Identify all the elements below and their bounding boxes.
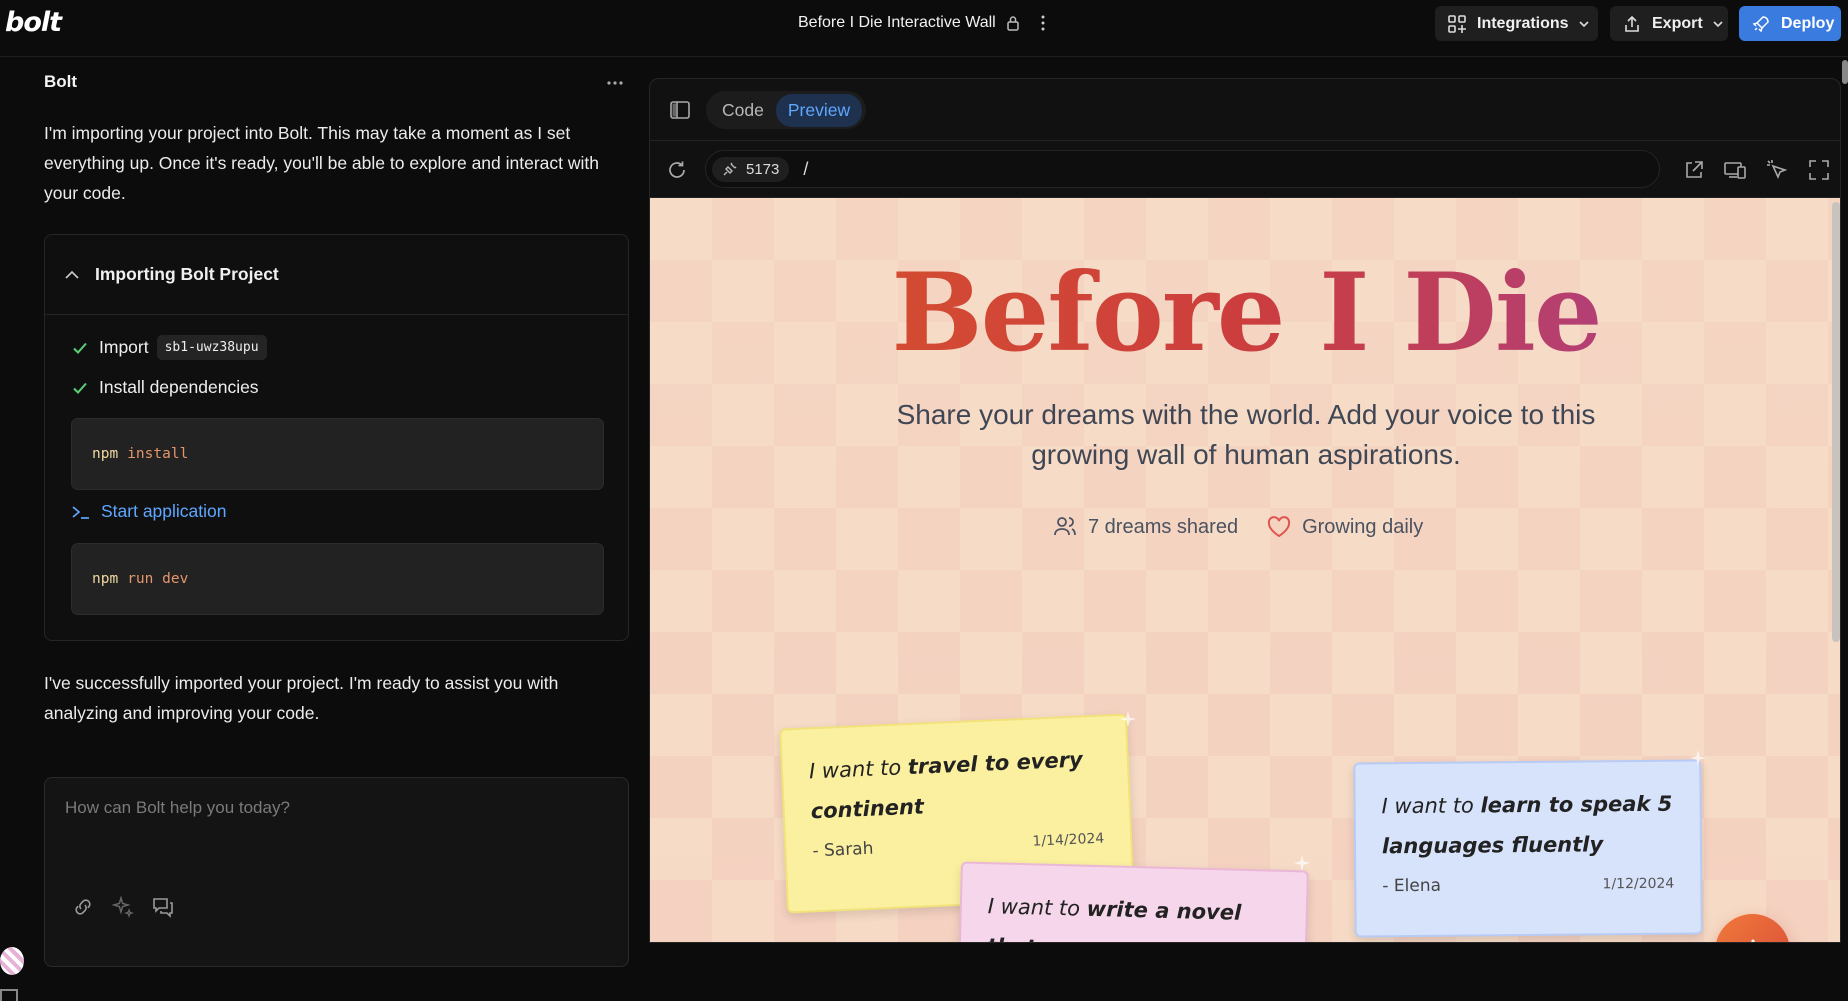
dream-note[interactable]: I want to learn to speak 5 languages flu… — [1353, 759, 1703, 938]
command-block: npm run dev — [71, 543, 604, 615]
port-number: 5173 — [746, 160, 780, 178]
lock-icon — [1006, 16, 1019, 31]
chevron-down-icon — [1713, 20, 1723, 27]
assistant-message: I've successfully imported your project.… — [44, 673, 559, 723]
sparkle-icon — [1690, 750, 1706, 766]
note-date: 1/14/2024 — [1032, 830, 1105, 850]
growing-label: Growing daily — [1302, 515, 1424, 538]
port-selector[interactable]: 5173 — [712, 156, 790, 182]
command-block: npm install — [71, 418, 604, 490]
step-start-application[interactable]: Start application — [71, 501, 227, 522]
note-text: I want to write a novel that — [987, 894, 1242, 942]
integrations-button[interactable]: Integrations — [1435, 6, 1598, 41]
prompt-box — [44, 777, 629, 967]
device-preview-icon[interactable] — [1723, 158, 1747, 182]
note-text: I want to travel to every continent — [808, 747, 1084, 824]
user-avatar[interactable] — [0, 947, 24, 975]
import-progress-card: Importing Bolt Project Import sb1-uwz38u… — [44, 234, 629, 641]
site-stats: 7 dreams shared Growing daily — [1052, 514, 1423, 540]
note-author: - Elena — [1382, 875, 1442, 897]
rocket-icon — [1752, 15, 1769, 32]
step-label: Start application — [101, 501, 227, 521]
more-options-icon[interactable] — [606, 80, 624, 86]
fullscreen-icon[interactable] — [1807, 158, 1831, 182]
dreams-count: 7 dreams shared — [1088, 515, 1239, 538]
top-bar: bolt Before I Die Interactive Wall Integ… — [0, 0, 1848, 57]
step-label: Install dependencies — [99, 377, 259, 397]
preview-scrollbar[interactable] — [1832, 202, 1840, 642]
sparkle-icon — [1294, 855, 1310, 871]
deploy-button[interactable]: Deploy — [1739, 6, 1841, 41]
upload-icon — [1625, 15, 1639, 32]
command-name: npm — [92, 571, 119, 587]
preview-toolbar: 5173 / — [650, 141, 1840, 198]
heart-icon — [1267, 516, 1291, 538]
workbench-panel: Code Preview 5173 / Before I Die Share y… — [649, 78, 1841, 943]
chevron-down-icon — [1578, 20, 1589, 27]
command-args: run dev — [127, 571, 189, 587]
command-args: install — [127, 446, 189, 462]
site-subtitle: Share your dreams with the world. Add yo… — [896, 399, 1596, 470]
step-install: Install dependencies — [71, 377, 259, 398]
window-scrollbar[interactable] — [1842, 60, 1848, 84]
chevron-up-icon[interactable] — [63, 266, 81, 284]
check-icon — [73, 382, 87, 394]
integrations-label: Integrations — [1477, 14, 1569, 32]
bolt-logo[interactable]: bolt — [5, 7, 62, 38]
project-title[interactable]: Before I Die Interactive Wall — [798, 14, 996, 32]
link-icon[interactable] — [71, 895, 95, 919]
import-card-title: Importing Bolt Project — [95, 264, 279, 284]
integrations-icon — [1448, 14, 1466, 33]
step-label: Import — [99, 337, 149, 357]
prompt-input[interactable] — [65, 798, 605, 818]
reload-icon[interactable] — [666, 159, 688, 181]
discuss-icon[interactable] — [151, 895, 175, 919]
sparkle-icon — [1120, 711, 1136, 727]
check-icon — [73, 342, 87, 354]
note-text: I want to learn to speak 5 languages flu… — [1381, 791, 1673, 859]
tab-code[interactable]: Code — [710, 94, 776, 127]
assistant-message: I'm importing your project into Bolt. Th… — [44, 123, 600, 203]
project-menu-icon[interactable] — [1040, 14, 1046, 32]
url-path[interactable]: / — [803, 159, 808, 180]
sidebar-icon[interactable] — [0, 989, 18, 1001]
project-id-chip: sb1-uwz38upu — [156, 335, 267, 360]
export-label: Export — [1652, 14, 1703, 32]
site-title: Before I Die — [650, 253, 1840, 373]
preview-viewport[interactable]: Before I Die Share your dreams with the … — [650, 198, 1840, 942]
deploy-label: Deploy — [1781, 14, 1835, 32]
project-title-group: Before I Die Interactive Wall — [798, 12, 1046, 34]
open-in-new-tab-icon[interactable] — [1682, 158, 1706, 182]
export-button[interactable]: Export — [1610, 6, 1728, 41]
command-name: npm — [92, 446, 119, 462]
add-dream-button[interactable] — [1715, 914, 1790, 942]
sparkles-icon[interactable] — [111, 895, 135, 919]
view-toggle: Code Preview — [706, 91, 867, 129]
address-bar[interactable]: 5173 / — [705, 150, 1660, 188]
sidebar-toggle-icon[interactable] — [670, 101, 690, 119]
dream-note[interactable]: I want to write a novel that — [957, 861, 1309, 942]
chat-header: Bolt — [44, 72, 78, 91]
note-author: - Sarah — [812, 838, 874, 862]
note-date: 1/12/2024 — [1602, 875, 1675, 893]
import-card-header[interactable]: Importing Bolt Project — [45, 235, 628, 315]
plug-icon — [723, 162, 737, 176]
workbench-header: Code Preview — [650, 79, 1840, 141]
chat-panel: Bolt I'm importing your project into Bol… — [0, 58, 650, 1001]
users-icon — [1054, 517, 1076, 536]
plus-icon — [1751, 939, 1754, 942]
tab-preview[interactable]: Preview — [775, 93, 863, 127]
terminal-icon — [72, 505, 89, 519]
element-inspector-icon[interactable] — [1765, 158, 1789, 182]
step-import: Import sb1-uwz38upu — [71, 335, 267, 360]
